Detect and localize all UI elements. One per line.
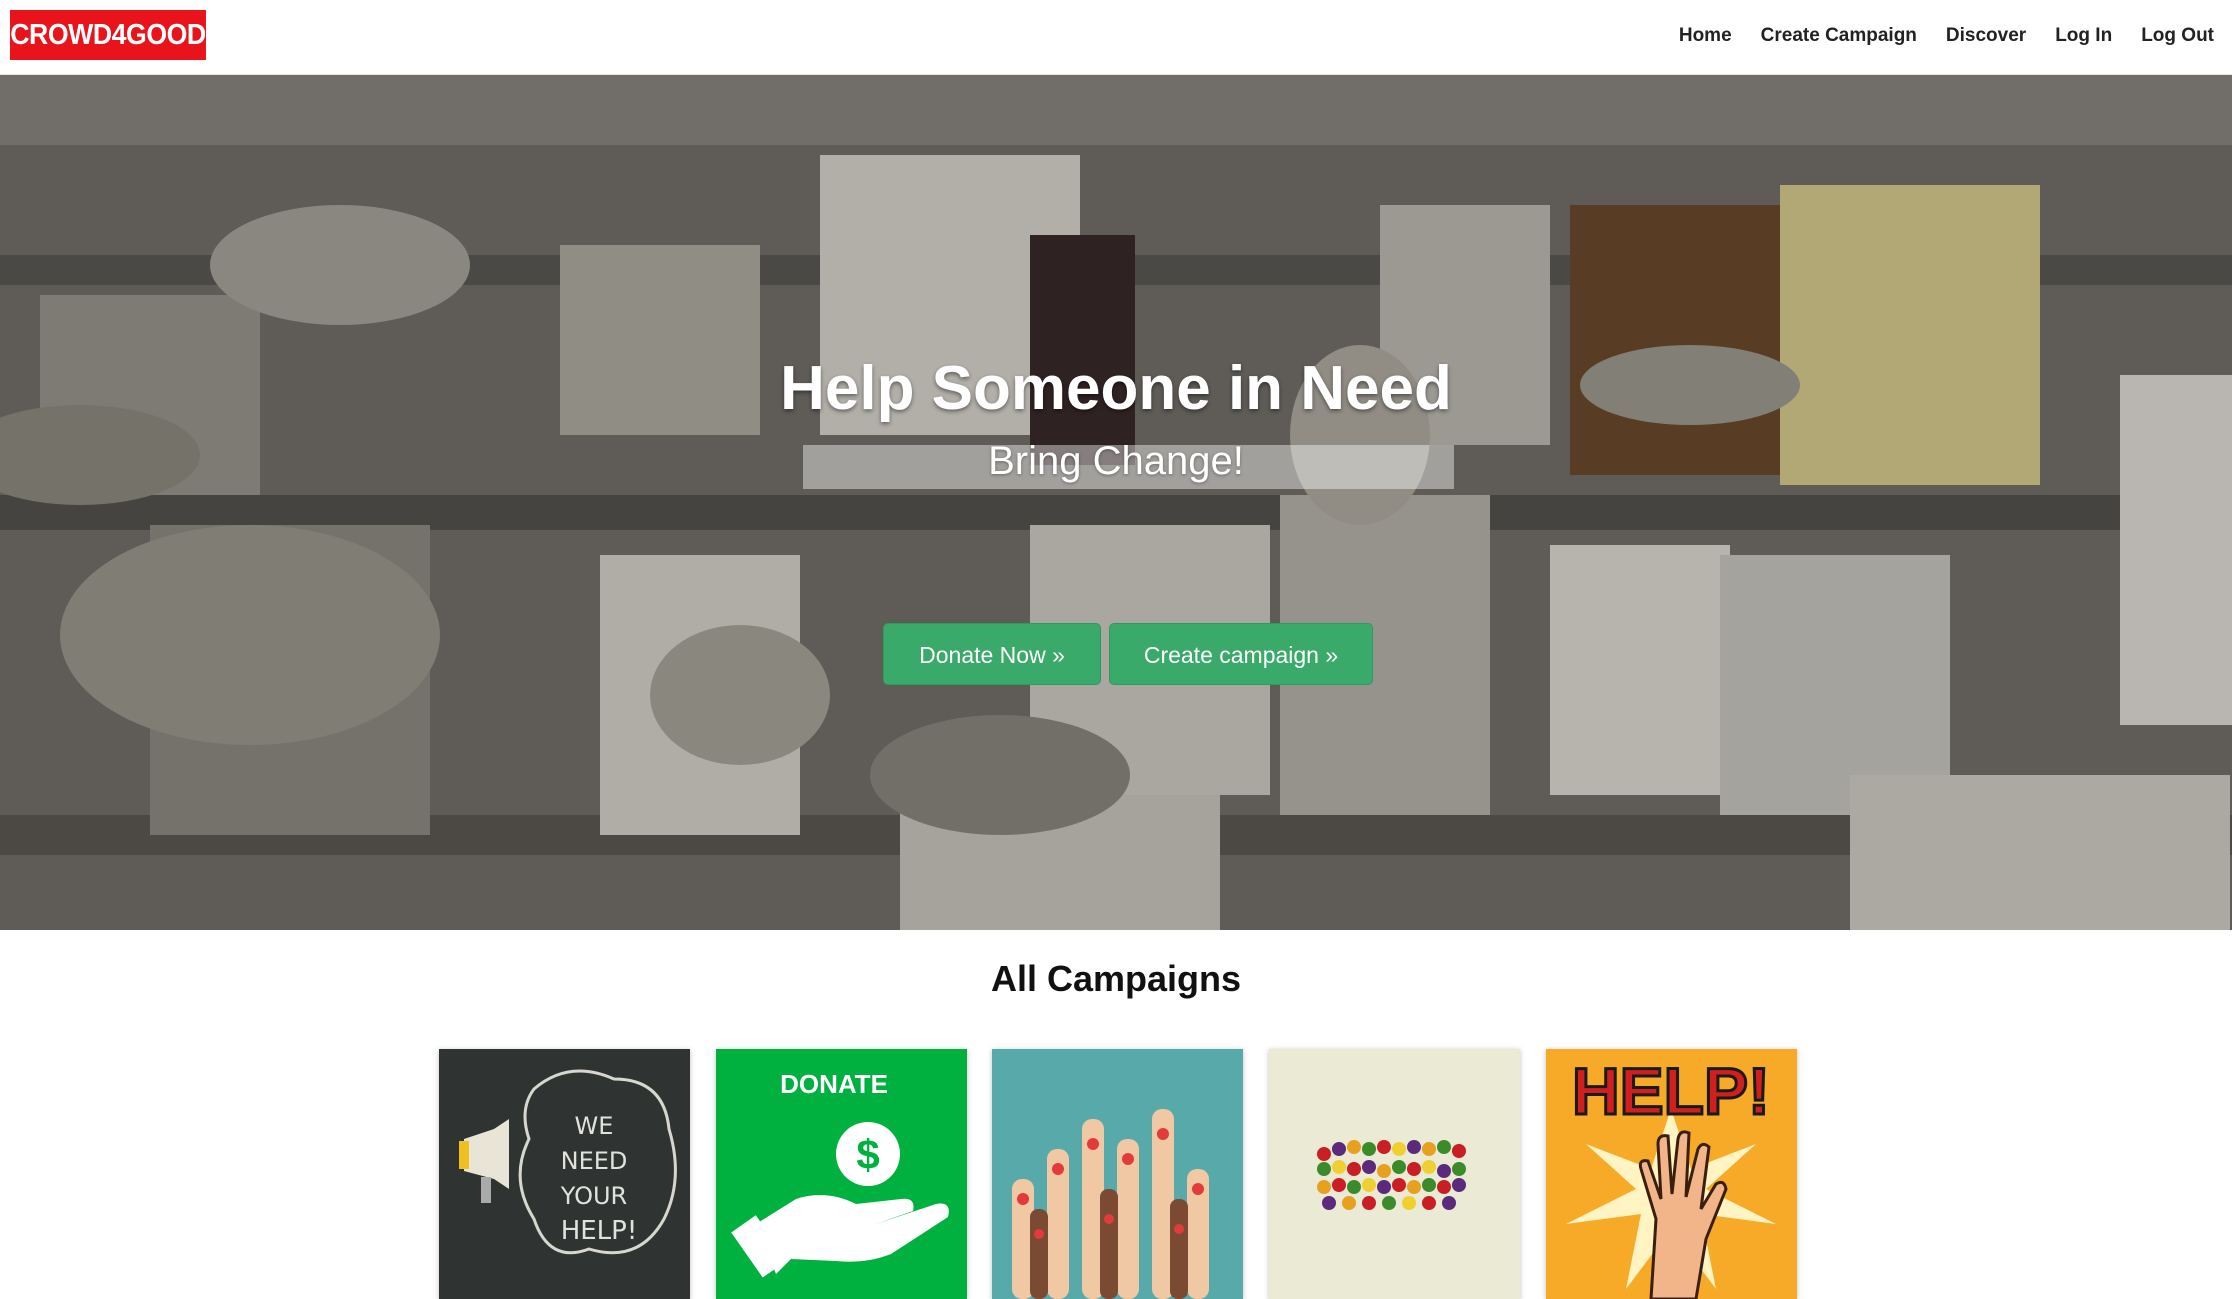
hero-banner: Help Someone in Need Bring Change! Donat… [0,75,2232,930]
card-donate-text: DONATE [780,1069,888,1099]
svg-text:HELP!: HELP! [561,1216,638,1246]
campaign-card[interactable]: HELP! [1546,1049,1797,1299]
campaign-card[interactable] [992,1049,1243,1299]
hand-dollar-icon: DONATE $ [716,1049,967,1299]
site-logo[interactable]: CROWD4GOOD [10,10,206,60]
help-hand-icon: HELP! [1546,1049,1797,1299]
nav-create-campaign-link[interactable]: Create Campaign [1761,25,1917,47]
nav-links: Home Create Campaign Discover Log In Log… [1679,0,2214,72]
hero-subtitle: Bring Change! [988,439,1244,483]
card-help-text: HELP! [1572,1054,1770,1128]
raised-hands-icon [992,1049,1243,1299]
candy-letters-icon [1269,1049,1520,1299]
nav-discover-link[interactable]: Discover [1946,25,2026,47]
hero-background-image [0,75,2232,930]
svg-text:NEED: NEED [561,1147,628,1175]
nav-login-link[interactable]: Log In [2055,25,2112,47]
donate-now-button[interactable]: Donate Now » [883,623,1101,685]
nav-logout-link[interactable]: Log Out [2141,25,2214,47]
create-campaign-button[interactable]: Create campaign » [1109,623,1373,685]
nav-home-link[interactable]: Home [1679,25,1732,47]
campaign-card[interactable] [1269,1049,1520,1299]
svg-text:$: $ [856,1131,879,1178]
svg-text:YOUR: YOUR [560,1182,627,1210]
navbar: CROWD4GOOD Home Create Campaign Discover… [0,0,2232,75]
campaign-card[interactable]: DONATE $ [716,1049,967,1299]
hero-title: Help Someone in Need [780,354,1452,423]
campaign-card[interactable]: WE NEED YOUR HELP! [439,1049,690,1299]
megaphone-icon: WE NEED YOUR HELP! [439,1049,690,1299]
svg-text:WE: WE [575,1112,614,1140]
all-campaigns-heading: All Campaigns [990,958,1242,999]
